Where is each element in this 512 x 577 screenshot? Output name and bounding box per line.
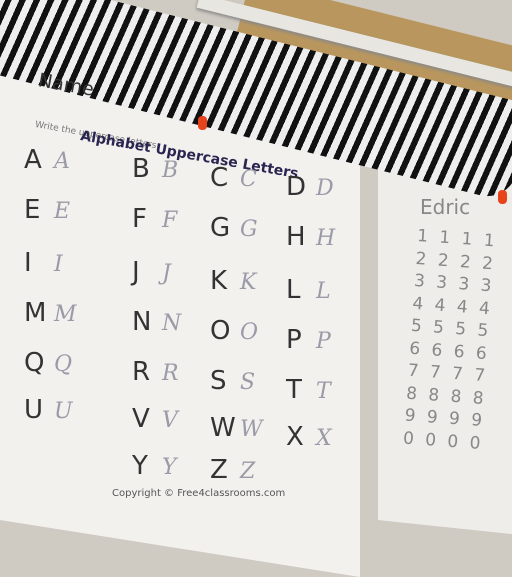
letter-I: I (24, 248, 32, 278)
letter-K: K (210, 266, 228, 296)
handwritten-J: J (162, 261, 171, 286)
handwritten-Q: Q (54, 352, 73, 377)
handwritten-B: B (162, 158, 179, 183)
handwritten-A: A (54, 149, 70, 174)
handwritten-K: K (240, 270, 257, 295)
letter-W: W (210, 413, 236, 443)
handwritten-Y: Y (162, 455, 177, 480)
handwritten-P: P (316, 329, 331, 354)
handwritten-Z: Z (240, 459, 256, 484)
handwritten-X: X (316, 426, 332, 451)
handwritten-L: L (316, 279, 331, 304)
letter-J: J (132, 257, 140, 287)
letter-P: P (286, 325, 302, 355)
handwritten-H: H (316, 226, 336, 251)
handwritten-D: D (316, 176, 334, 201)
handwritten-V: V (162, 408, 178, 433)
handwritten-T: T (316, 379, 331, 404)
letter-X: X (286, 422, 304, 452)
letter-D: D (286, 172, 307, 202)
student-name: Edric (420, 195, 471, 219)
letter-Z: Z (210, 455, 228, 485)
letter-U: U (24, 395, 44, 425)
letter-Q: Q (24, 348, 45, 378)
number-rows: 1 1 1 12 2 2 23 3 3 34 4 4 45 5 5 56 6 6… (402, 225, 498, 455)
handwritten-U: U (54, 399, 73, 424)
letter-T: T (286, 375, 302, 405)
letter-Y: Y (132, 451, 148, 481)
handwritten-O: O (240, 320, 259, 345)
handwritten-F: F (162, 208, 178, 233)
letter-O: O (210, 316, 231, 346)
handwritten-C: C (240, 167, 257, 192)
push-pin (198, 116, 207, 130)
handwritten-E: E (54, 199, 71, 224)
handwritten-W: W (240, 417, 263, 442)
copyright: Copyright © Free4classrooms.com (112, 488, 286, 499)
handwritten-G: G (240, 217, 258, 242)
handwritten-M: M (54, 302, 77, 327)
letter-V: V (132, 404, 150, 434)
letter-S: S (210, 366, 227, 396)
push-pin (498, 190, 507, 204)
letter-E: E (24, 195, 41, 225)
letter-L: L (286, 275, 301, 305)
letter-B: B (132, 154, 150, 184)
handwritten-I: I (54, 252, 63, 277)
letter-A: A (24, 145, 42, 175)
handwritten-N: N (162, 311, 182, 336)
letter-M: M (24, 298, 47, 328)
letter-H: H (286, 222, 306, 252)
handwritten-R: R (162, 361, 179, 386)
letter-F: F (132, 204, 147, 234)
letter-C: C (210, 163, 229, 193)
letter-G: G (210, 213, 231, 243)
letter-N: N (132, 307, 152, 337)
letter-R: R (132, 357, 151, 387)
handwritten-S: S (240, 370, 256, 395)
